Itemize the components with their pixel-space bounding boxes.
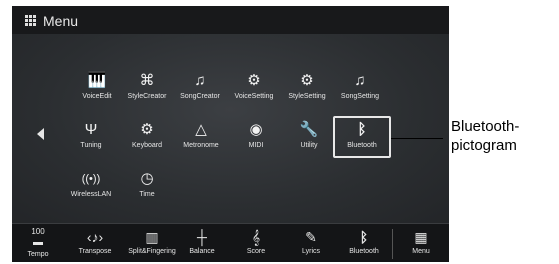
transpose-icon: ‹♪› (86, 229, 104, 245)
callout-line-1: Bluetooth- (451, 118, 520, 135)
song-setting-icon: ♫ (354, 72, 366, 89)
menu-item-midi[interactable]: ◉ MIDI (229, 118, 283, 156)
clock-icon: ◷ (140, 170, 154, 187)
menu-item-voicesetting[interactable]: ⚙ VoiceSetting (227, 69, 281, 107)
menu-item-label: SongCreator (180, 93, 220, 100)
menu-item-metronome[interactable]: △ Metronome (174, 118, 228, 156)
bottom-shortcut-bar: 100 ▬ Tempo ‹♪› Transpose ▥ Split&Finger… (12, 223, 449, 262)
menu-item-label: Utility (300, 142, 318, 149)
menu-item-stylesetting[interactable]: ⚙ StyleSetting (280, 69, 334, 107)
menu-item-tuning[interactable]: Ψ Tuning (64, 118, 118, 156)
lyrics-icon: ✎ (305, 229, 317, 245)
device-screen: Menu 🎹 VoiceEdit ⌘ StyleCreator ♫ SongCr… (12, 6, 449, 262)
menu-item-voiceedit[interactable]: 🎹 VoiceEdit (70, 69, 124, 107)
menu-item-label: Tuning (80, 142, 102, 149)
tempo-value: 100 (31, 227, 45, 236)
menu-label: Menu (412, 248, 430, 255)
menu-grid-icon (25, 15, 36, 26)
menu-item-stylecreator[interactable]: ⌘ StyleCreator (120, 69, 174, 107)
transpose-button[interactable]: ‹♪› Transpose (70, 224, 120, 262)
balance-label: Balance (189, 248, 215, 255)
menu-item-songsetting[interactable]: ♫ SongSetting (333, 69, 387, 107)
split-fingering-icon: ▥ (145, 229, 159, 245)
bluetooth-icon: ᛒ (357, 121, 367, 138)
menu-item-time[interactable]: ◷ Time (120, 167, 174, 205)
callout-text: Bluetooth- pictogram (451, 117, 519, 155)
balance-button[interactable]: ┼ Balance (182, 224, 222, 262)
wifi-icon: ((•)) (81, 173, 101, 185)
menu-grid: 🎹 VoiceEdit ⌘ StyleCreator ♫ SongCreator… (12, 34, 449, 223)
menu-item-wirelesslan[interactable]: ((•)) WirelessLAN (64, 167, 118, 205)
transpose-label: Transpose (78, 248, 112, 255)
bluetooth-icon: ᛒ (359, 229, 369, 245)
lyrics-label: Lyrics (301, 248, 321, 255)
menu-item-label: MIDI (248, 142, 264, 149)
wrench-icon: 🔧 (299, 121, 319, 138)
balance-slider-icon: ┼ (197, 229, 207, 245)
menu-item-bluetooth[interactable]: ᛒ Bluetooth (333, 116, 391, 158)
split-fingering-label: Split&Fingering (128, 248, 176, 255)
title-bar: Menu (12, 6, 449, 34)
tempo-label: Tempo (27, 251, 49, 258)
grid-menu-icon: ▦ (414, 229, 428, 245)
menu-item-label: VoiceEdit (82, 93, 112, 100)
menu-item-label: VoiceSetting (234, 93, 274, 100)
menu-item-label: Time (139, 191, 155, 198)
previous-page-arrow-icon[interactable] (37, 128, 44, 140)
keyboard-icon: ⚙ (140, 121, 154, 138)
callout-line-2: pictogram (451, 137, 517, 154)
menu-item-label: Bluetooth (347, 142, 377, 149)
menu-item-utility[interactable]: 🔧 Utility (282, 118, 336, 156)
style-creator-icon: ⌘ (139, 72, 155, 89)
score-label: Score (246, 248, 266, 255)
menu-item-songcreator[interactable]: ♫ SongCreator (173, 69, 227, 107)
voice-setting-icon: ⚙ (247, 72, 261, 89)
style-setting-icon: ⚙ (300, 72, 314, 89)
treble-clef-icon: 𝄞 (251, 229, 261, 245)
midi-icon: ◉ (249, 121, 263, 138)
lyrics-button[interactable]: ✎ Lyrics (291, 224, 331, 262)
song-creator-icon: ♫ (194, 72, 206, 89)
bluetooth-shortcut-button[interactable]: ᛒ Bluetooth (343, 224, 385, 262)
score-button[interactable]: 𝄞 Score (236, 224, 276, 262)
menu-item-keyboard[interactable]: ⚙ Keyboard (120, 118, 174, 156)
metronome-icon: △ (195, 121, 207, 138)
tuning-fork-icon: Ψ (84, 121, 98, 138)
voice-edit-icon: 🎹 (87, 72, 107, 89)
bottom-bar-divider (392, 229, 393, 259)
bluetooth-shortcut-label: Bluetooth (349, 248, 379, 255)
menu-item-label: Keyboard (132, 142, 162, 149)
menu-item-label: WirelessLAN (70, 191, 112, 198)
menu-item-label: StyleCreator (127, 93, 167, 100)
menu-item-label: SongSetting (340, 93, 380, 100)
tempo-button[interactable]: 100 ▬ Tempo (18, 224, 58, 262)
split-fingering-button[interactable]: ▥ Split&Fingering (123, 224, 181, 262)
callout-line (391, 138, 443, 139)
menu-button[interactable]: ▦ Menu (401, 224, 441, 262)
menu-item-label: Metronome (183, 142, 219, 149)
menu-item-label: StyleSetting (288, 93, 326, 100)
tempo-icon: ▬ (33, 237, 43, 248)
page-title: Menu (43, 13, 79, 29)
